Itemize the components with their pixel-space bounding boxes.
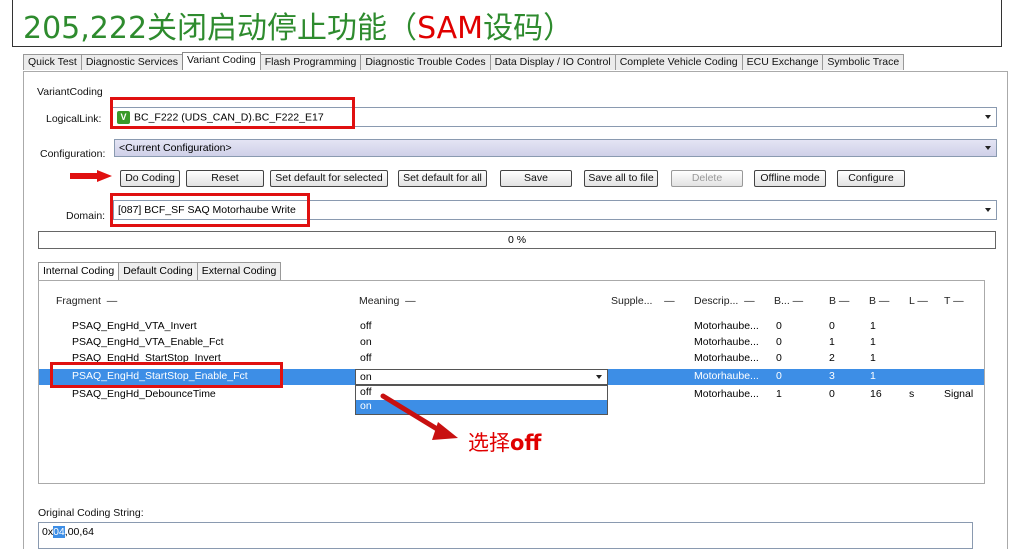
tab-default-coding[interactable]: Default Coding <box>118 262 198 280</box>
section-title: VariantCoding <box>37 86 103 98</box>
progress-bar: 0 % <box>38 231 996 249</box>
set-default-all-button[interactable]: Set default for all <box>398 170 487 187</box>
tab-diagnostic-trouble-codes[interactable]: Diagnostic Trouble Codes <box>360 54 491 70</box>
col-b3[interactable]: B — <box>869 295 889 307</box>
tab-data-display[interactable]: Data Display / IO Control <box>489 54 616 70</box>
coding-subtabs: Internal Coding Default Coding External … <box>38 262 282 280</box>
col-supple[interactable]: Supple... — <box>611 295 675 307</box>
original-coding-label: Original Coding String: <box>38 507 144 519</box>
highlight-fragment <box>50 362 283 388</box>
tab-external-coding[interactable]: External Coding <box>196 262 282 280</box>
col-meaning[interactable]: Meaning — <box>359 295 416 307</box>
configuration-label: Configuration: <box>40 148 106 160</box>
meaning-dropdown[interactable]: on <box>355 369 608 385</box>
main-tabs: Quick Test Diagnostic Services Variant C… <box>23 52 905 71</box>
tab-symbolic-trace[interactable]: Symbolic Trace <box>822 54 905 70</box>
table-row[interactable]: PSAQ_EngHd_VTA_Enable_Fct on Motorhaube.… <box>39 335 984 351</box>
domain-label: Domain: <box>66 210 106 222</box>
annotation-arrow-icon <box>380 393 458 440</box>
col-l[interactable]: L — <box>909 295 928 307</box>
chevron-down-icon <box>985 146 991 150</box>
tab-flash-programming[interactable]: Flash Programming <box>259 54 362 70</box>
col-descrip[interactable]: Descrip... — <box>694 295 755 307</box>
red-arrow-icon <box>70 170 112 182</box>
col-b1[interactable]: B... — <box>774 295 803 307</box>
logical-link-label: LogicalLink: <box>46 113 102 125</box>
set-default-selected-button[interactable]: Set default for selected <box>270 170 388 187</box>
configuration-value: <Current Configuration> <box>119 142 232 154</box>
save-button[interactable]: Save <box>500 170 572 187</box>
table-row[interactable]: PSAQ_EngHd_VTA_Invert off Motorhaube... … <box>39 319 984 335</box>
delete-button[interactable]: Delete <box>671 170 743 187</box>
chevron-down-icon <box>985 115 991 119</box>
banner-title: 205,222关闭启动停止功能（SAM设码） <box>23 11 574 46</box>
tab-quick-test[interactable]: Quick Test <box>23 54 82 70</box>
chevron-down-icon <box>596 375 602 379</box>
save-all-to-file-button[interactable]: Save all to file <box>584 170 658 187</box>
tab-complete-vehicle-coding[interactable]: Complete Vehicle Coding <box>614 54 743 70</box>
col-b2[interactable]: B — <box>829 295 849 307</box>
selected-byte: 04 <box>53 526 65 538</box>
offline-mode-button[interactable]: Offline mode <box>754 170 826 187</box>
tab-ecu-exchange[interactable]: ECU Exchange <box>741 54 824 70</box>
progress-text: 0 % <box>507 234 527 246</box>
configuration-select[interactable]: <Current Configuration> <box>114 139 997 157</box>
tab-diagnostic-services[interactable]: Diagnostic Services <box>80 54 184 70</box>
tab-variant-coding[interactable]: Variant Coding <box>182 52 261 70</box>
tab-internal-coding[interactable]: Internal Coding <box>38 262 120 280</box>
chevron-down-icon <box>985 208 991 212</box>
annotation-text: 选择off <box>468 431 542 455</box>
highlight-logical-link <box>110 97 355 129</box>
configure-button[interactable]: Configure <box>837 170 905 187</box>
original-coding-field[interactable]: 0x04,00,64 <box>38 522 973 549</box>
highlight-domain <box>110 193 310 227</box>
do-coding-button[interactable]: Do Coding <box>120 170 180 187</box>
col-fragment[interactable]: Fragment — <box>56 295 117 307</box>
title-banner: 205,222关闭启动停止功能（SAM设码） <box>12 0 1002 47</box>
reset-button[interactable]: Reset <box>186 170 264 187</box>
col-t[interactable]: T — <box>944 295 964 307</box>
